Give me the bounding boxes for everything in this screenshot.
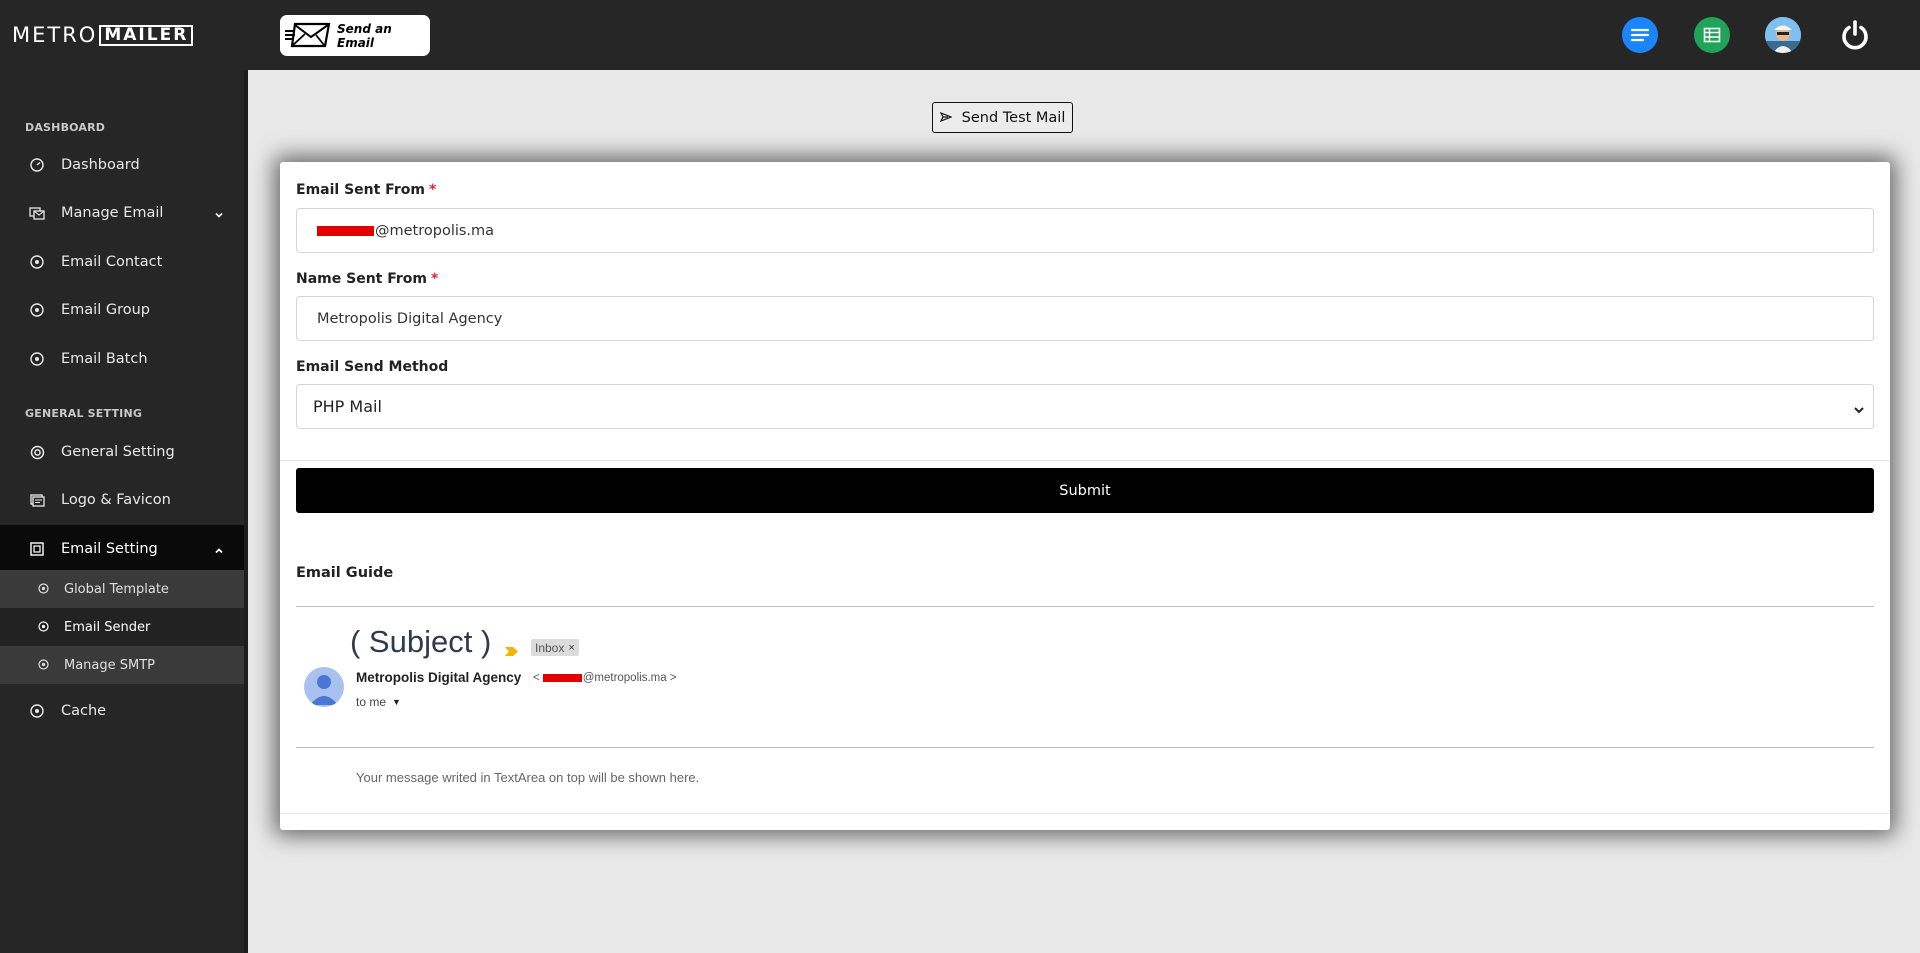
sidebar-item-label: Cache [61, 703, 107, 719]
sidebar-item-email-setting[interactable]: Email Setting [0, 525, 244, 573]
email-subject-preview: ( Subject ) [350, 624, 492, 659]
guide-divider-top [296, 606, 1874, 607]
sender-avatar [304, 667, 344, 707]
gauge-icon [29, 157, 45, 173]
sidebar-item-label: Email Contact [61, 254, 163, 270]
email-from-input[interactable]: @metropolis.ma [296, 208, 1874, 253]
power-icon[interactable] [1837, 17, 1873, 53]
email-from-label: Email Sent From * [296, 182, 436, 198]
section-label-dashboard: DASHBOARD [25, 121, 106, 134]
chevron-down-icon [214, 208, 224, 218]
sender-name: Metropolis Digital Agency [356, 670, 522, 685]
sidebar-item-dashboard[interactable]: Dashboard [0, 141, 244, 189]
guide-divider-bottom [296, 747, 1874, 748]
name-from-input[interactable]: Metropolis Digital Agency [296, 296, 1874, 341]
sidebar-subitem-label: Global Template [64, 581, 169, 597]
image-icon [29, 492, 45, 508]
close-icon[interactable]: × [568, 642, 574, 654]
spreadsheet-icon[interactable] [1694, 17, 1730, 53]
sidebar-item-label: Email Setting [61, 541, 158, 557]
email-from-value: @metropolis.ma [375, 222, 495, 239]
to-me-label: to me [356, 695, 387, 709]
envelope-box-icon [29, 541, 45, 557]
send-method-value: PHP Mail [313, 397, 382, 416]
sidebar-subitem-global-template[interactable]: Global Template [0, 570, 244, 608]
name-from-label: Name Sent From * [296, 271, 438, 287]
dot-circle-icon [29, 254, 45, 270]
sidebar-item-email-contact[interactable]: Email Contact [0, 238, 244, 286]
card-bottom-divider [280, 813, 1890, 814]
send-method-label: Email Send Method [296, 359, 449, 375]
sidebar-item-label: Dashboard [61, 157, 140, 173]
submit-button[interactable]: Submit [296, 468, 1874, 513]
sidebar-item-label: Email Group [61, 302, 150, 318]
mail-stack-icon [29, 205, 45, 221]
form-divider [280, 460, 1890, 461]
sender-email: < @metropolis.ma > [533, 672, 677, 684]
sidebar-item-email-batch[interactable]: Email Batch [0, 335, 244, 383]
recipient-toggle[interactable]: to me ▼ [356, 695, 401, 709]
sidebar-item-label: Email Batch [61, 351, 148, 367]
name-from-label-text: Name Sent From [296, 271, 428, 287]
dot-circle-icon [38, 583, 50, 595]
sidebar-item-logo-favicon[interactable]: Logo & Favicon [0, 476, 244, 524]
send-test-mail-button[interactable]: Send Test Mail [932, 102, 1073, 133]
sidebar: METRO MAILER DASHBOARD Dashboard Manage … [0, 0, 248, 953]
gear-icon [29, 444, 45, 460]
sidebar-subitem-email-sender[interactable]: Email Sender [0, 608, 244, 646]
caret-down-icon: ▼ [392, 697, 401, 707]
send-icon [939, 111, 953, 125]
sender-email-suffix: @metropolis.ma > [582, 672, 677, 684]
name-from-value: Metropolis Digital Agency [317, 310, 503, 327]
dot-circle-icon [38, 621, 50, 633]
inbox-label-chip[interactable]: Inbox × [531, 639, 579, 656]
envelope-lines-icon [283, 19, 333, 53]
dot-circle-icon [29, 351, 45, 367]
chevron-down-icon [1853, 401, 1865, 420]
sidebar-item-email-group[interactable]: Email Group [0, 286, 244, 334]
brand-name-part-b: MAILER [99, 24, 194, 46]
dot-circle-icon [29, 703, 45, 719]
message-preview: Your message writed in TextArea on top w… [356, 770, 700, 785]
email-guide-title: Email Guide [296, 565, 394, 581]
email-sender-form-card: Email Sent From * @metropolis.ma Name Sen… [280, 162, 1890, 830]
sidebar-scroll-edge [244, 70, 248, 953]
importance-marker-icon [504, 642, 519, 661]
avatar[interactable] [1765, 17, 1801, 53]
required-mark: * [428, 182, 437, 198]
sidebar-subitem-label: Manage SMTP [64, 657, 156, 673]
redacted-text [317, 225, 374, 236]
send-email-badge[interactable]: Send an Email [280, 15, 430, 56]
chevron-up-icon [214, 544, 224, 554]
sender-email-prefix: < [533, 672, 540, 684]
sidebar-subitem-label: Email Sender [64, 619, 151, 635]
sidebar-item-general-setting[interactable]: General Setting [0, 428, 244, 476]
dot-circle-icon [38, 659, 50, 671]
brand-name-part-a: METRO [12, 23, 98, 47]
brand-logo[interactable]: METRO MAILER [0, 0, 248, 70]
send-test-mail-label: Send Test Mail [961, 109, 1066, 126]
redacted-text [542, 674, 582, 682]
inbox-chip-label: Inbox [535, 640, 565, 655]
required-mark: * [431, 271, 439, 287]
dot-circle-icon [29, 302, 45, 318]
sidebar-item-manage-email[interactable]: Manage Email [0, 189, 244, 237]
topbar: Send an Email [248, 0, 1920, 70]
email-from-label-text: Email Sent From [296, 182, 425, 198]
sidebar-item-label: Manage Email [61, 205, 164, 221]
sidebar-subitem-manage-smtp[interactable]: Manage SMTP [0, 646, 244, 684]
menu-icon[interactable] [1622, 17, 1658, 53]
sidebar-item-label: Logo & Favicon [61, 492, 171, 508]
sidebar-item-cache[interactable]: Cache [0, 687, 244, 735]
send-method-select[interactable]: PHP Mail [296, 384, 1874, 429]
sidebar-item-label: General Setting [61, 444, 175, 460]
section-label-general-setting: GENERAL SETTING [25, 407, 143, 420]
send-email-badge-label: Send an Email [337, 21, 392, 50]
